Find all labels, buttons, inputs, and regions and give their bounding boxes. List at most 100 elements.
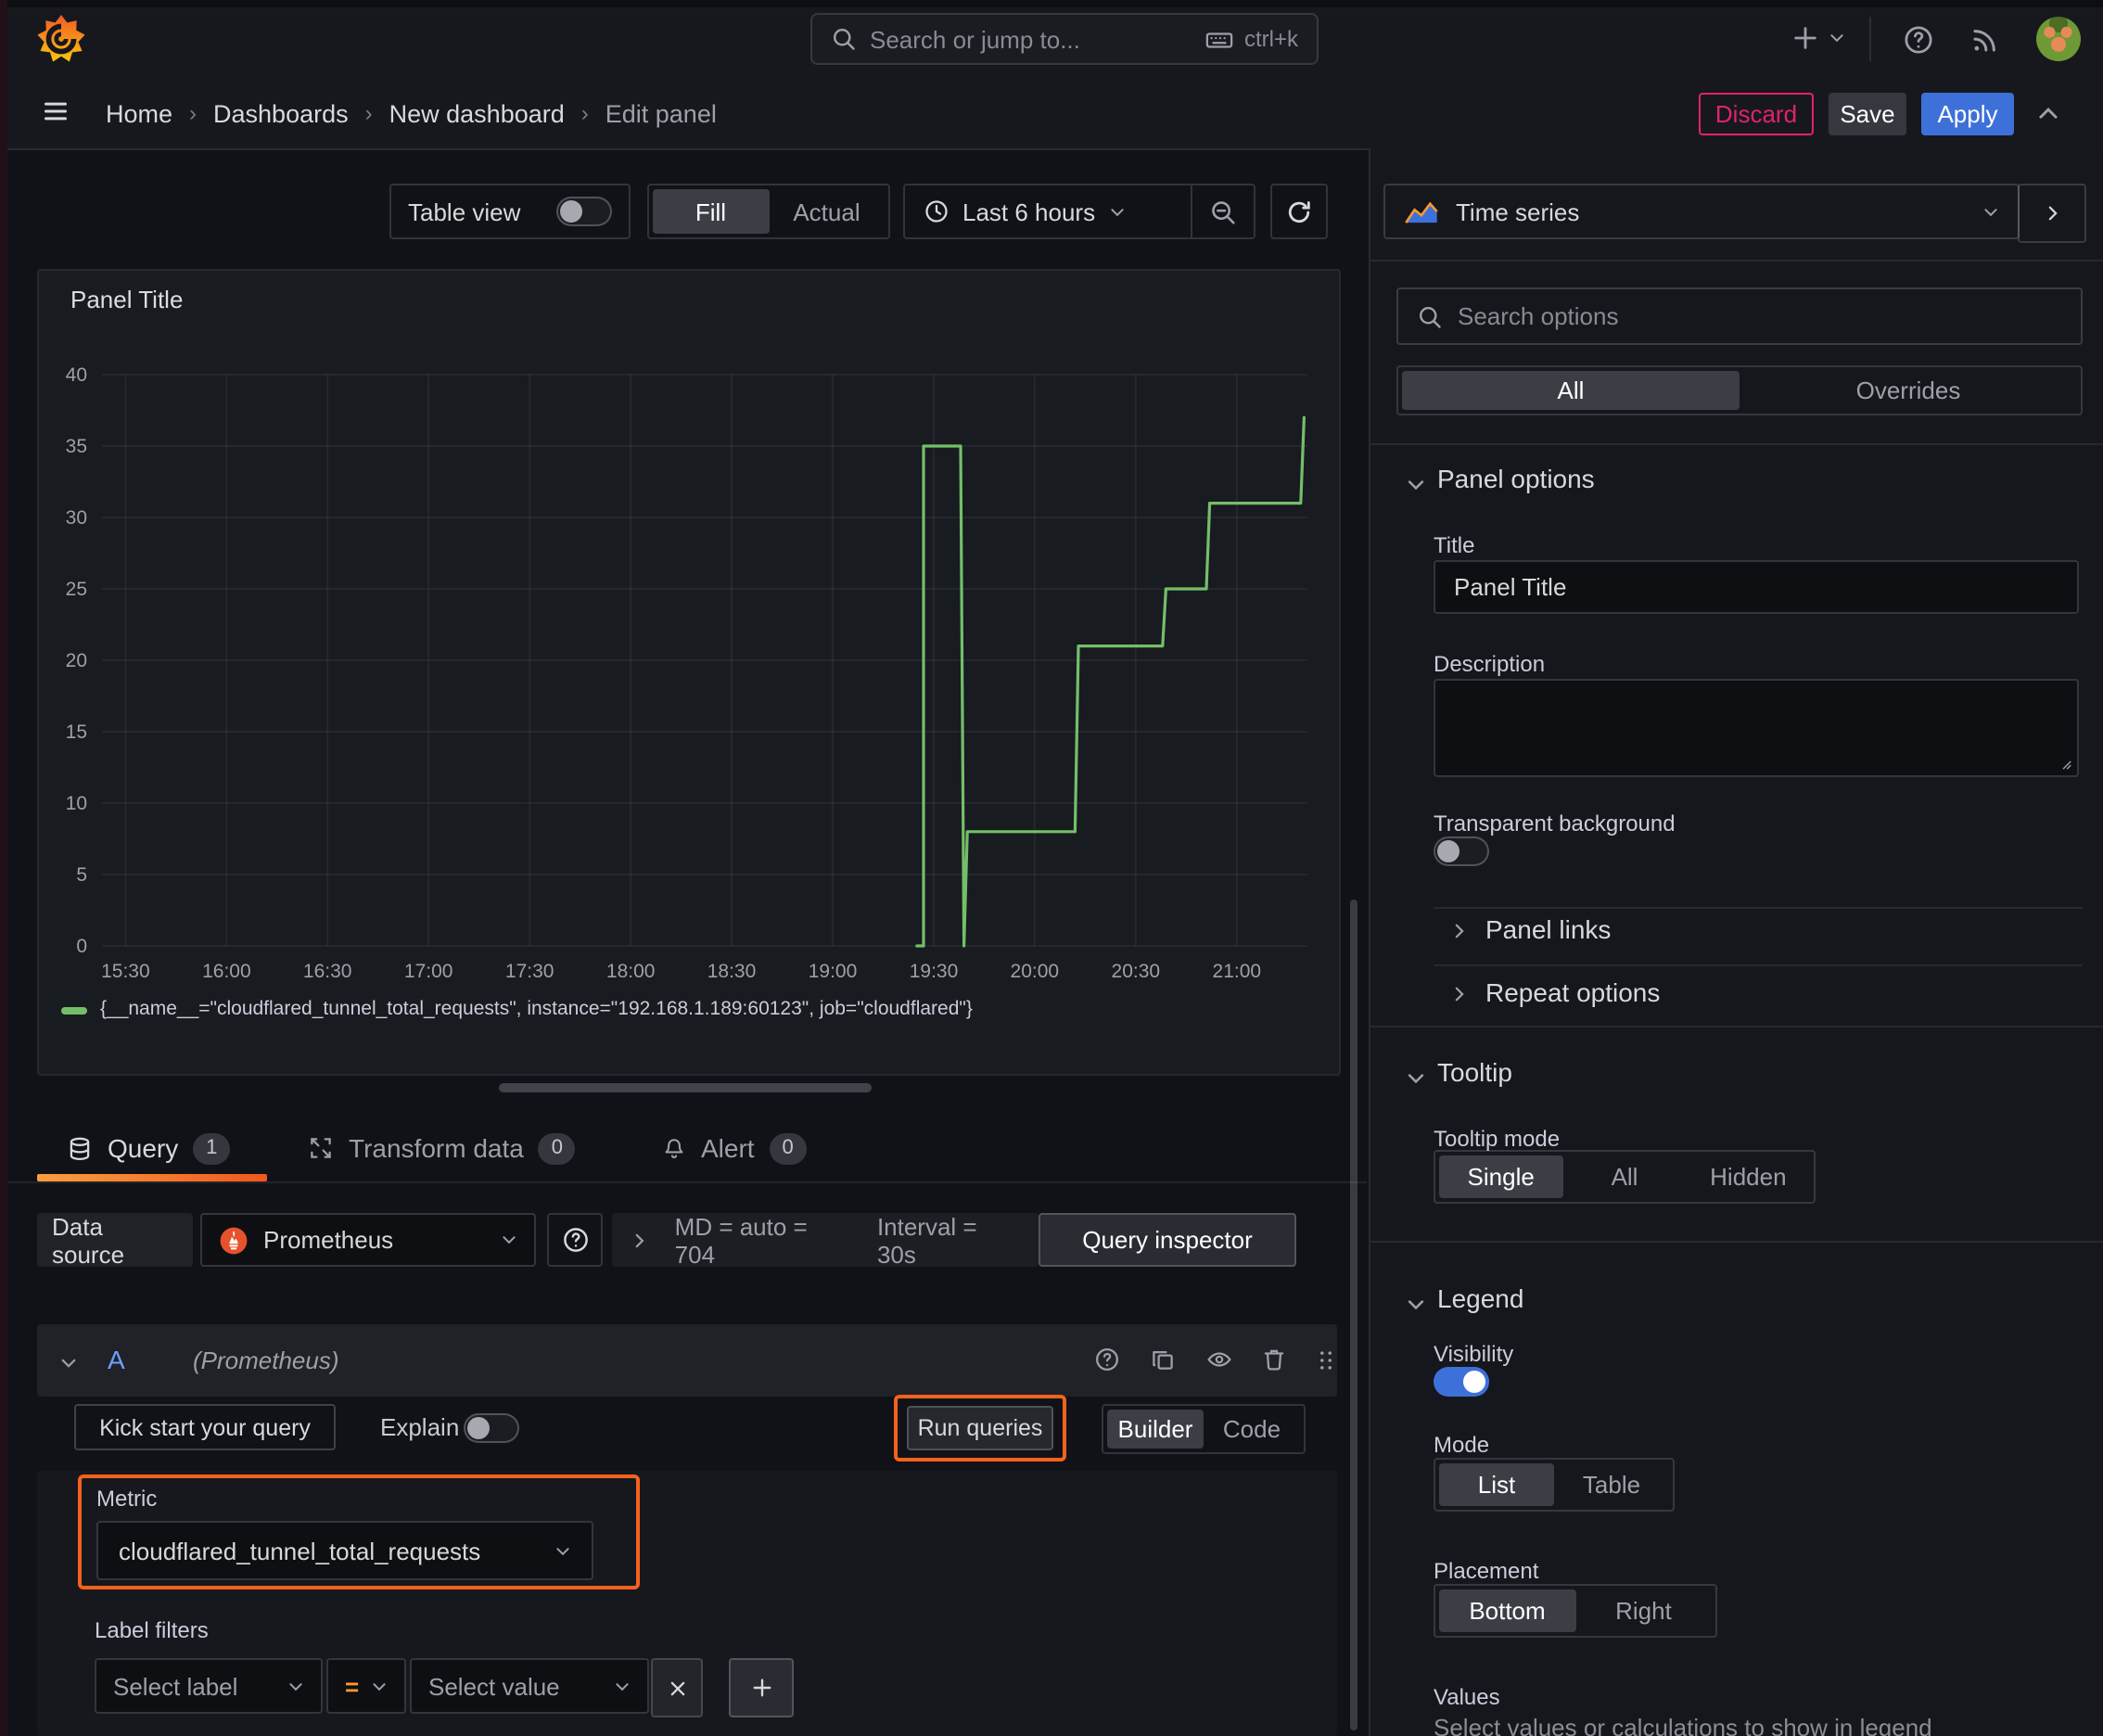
help-button[interactable] — [1903, 24, 1934, 56]
operator-value: = — [345, 1672, 360, 1700]
chevron-down-icon[interactable] — [1406, 1295, 1426, 1315]
question-circle-icon — [563, 1228, 587, 1252]
explain-toggle[interactable] — [464, 1413, 519, 1443]
scrollbar-thumb[interactable] — [1350, 900, 1357, 1730]
all-overrides-switch: All Overrides — [1396, 365, 2083, 415]
query-row-header[interactable]: A (Prometheus) — [37, 1324, 1337, 1397]
panel-title-input[interactable]: Panel Title — [1434, 560, 2079, 614]
breadcrumb-new-dashboard[interactable]: New dashboard — [389, 99, 565, 127]
metric-select[interactable]: cloudflared_tunnel_total_requests — [96, 1521, 593, 1580]
viz-suggestions-button[interactable] — [2018, 184, 2086, 243]
collapse-toolbar-button[interactable] — [2036, 102, 2060, 126]
builder-option[interactable]: Builder — [1107, 1410, 1204, 1449]
breadcrumb-dashboards[interactable]: Dashboards — [213, 99, 349, 127]
chevron-right-icon[interactable] — [1450, 985, 1469, 1003]
operator-dropdown[interactable]: = — [326, 1658, 406, 1714]
description-textarea[interactable] — [1434, 679, 2079, 777]
top-navigation-bar: Search or jump to... ctrl+k — [0, 0, 2103, 80]
legend-placement-bottom[interactable]: Bottom — [1439, 1589, 1575, 1632]
remove-filter-button[interactable] — [651, 1658, 703, 1717]
trash-icon — [1264, 1349, 1284, 1371]
prometheus-icon — [219, 1225, 249, 1255]
toggle-query-visibility-button[interactable] — [1205, 1347, 1233, 1372]
transparent-background-toggle[interactable] — [1434, 836, 1489, 866]
select-value-dropdown[interactable]: Select value — [410, 1658, 649, 1714]
tab-query[interactable]: Query 1 — [67, 1120, 231, 1176]
remove-query-button[interactable] — [1261, 1347, 1287, 1372]
run-queries-button[interactable]: Run queries — [907, 1406, 1053, 1450]
kick-start-query-button[interactable]: Kick start your query — [74, 1404, 336, 1450]
datasource-help-button[interactable] — [547, 1213, 603, 1267]
tooltip-mode-all[interactable]: All — [1562, 1155, 1686, 1198]
duplicate-query-button[interactable] — [1150, 1347, 1176, 1372]
active-tab-indicator — [37, 1174, 267, 1181]
chevron-down-icon[interactable] — [1406, 1068, 1426, 1089]
resize-grip-icon[interactable] — [2053, 751, 2073, 772]
add-menu-button[interactable] — [1791, 24, 1845, 52]
panel-preview: Panel Title 0 5 10 15 20 25 30 35 40 15:30 16:00 16… — [37, 269, 1341, 1076]
breadcrumb-home[interactable]: Home — [106, 99, 172, 127]
search-options-input[interactable]: Search options — [1396, 287, 2083, 345]
zoom-out-button[interactable] — [1191, 185, 1254, 237]
svg-text:20:30: 20:30 — [1112, 961, 1161, 982]
svg-text:0: 0 — [76, 936, 87, 957]
drag-query-handle[interactable] — [1313, 1347, 1339, 1374]
visualization-picker[interactable]: Time series — [1383, 184, 2020, 239]
news-button[interactable] — [1969, 24, 2001, 56]
grafana-logo-icon[interactable] — [37, 15, 85, 63]
tooltip-mode-label: Tooltip mode — [1434, 1126, 1561, 1152]
code-option[interactable]: Code — [1204, 1410, 1300, 1449]
select-label-dropdown[interactable]: Select label — [95, 1658, 323, 1714]
tooltip-mode-hidden[interactable]: Hidden — [1687, 1155, 1810, 1198]
actual-option[interactable]: Actual — [769, 189, 885, 234]
legend-mode-list[interactable]: List — [1439, 1463, 1554, 1506]
svg-text:5: 5 — [76, 864, 87, 886]
legend-section-header[interactable]: Legend — [1437, 1283, 1523, 1313]
time-range-picker[interactable]: Last 6 hours — [905, 198, 1191, 225]
query-help-button[interactable] — [1094, 1347, 1120, 1372]
svg-text:20:00: 20:00 — [1011, 961, 1060, 982]
query-inspector-button[interactable]: Query inspector — [1039, 1213, 1296, 1267]
time-range-control: Last 6 hours — [903, 184, 1255, 239]
svg-text:17:30: 17:30 — [505, 961, 554, 982]
plus-icon — [1794, 27, 1816, 49]
user-avatar[interactable] — [2036, 17, 2081, 61]
timeseries-chart[interactable]: 0 5 10 15 20 25 30 35 40 15:30 16:00 16:30 17:00 17:3… — [39, 271, 1339, 1074]
legend-values-description: Select values or calculations to show in… — [1434, 1714, 1932, 1736]
legend-placement-right[interactable]: Right — [1575, 1589, 1712, 1632]
menu-toggle-button[interactable] — [41, 98, 70, 124]
refresh-button[interactable] — [1270, 184, 1328, 239]
table-view-toggle[interactable] — [556, 197, 612, 226]
repeat-options-section[interactable]: Repeat options — [1485, 977, 1660, 1007]
legend-mode-table[interactable]: Table — [1554, 1463, 1669, 1506]
panel-links-section[interactable]: Panel links — [1485, 914, 1611, 944]
fill-option[interactable]: Fill — [653, 189, 769, 234]
svg-text:19:00: 19:00 — [809, 961, 858, 982]
tab-alert[interactable]: Alert 0 — [662, 1120, 807, 1176]
legend-item[interactable]: {__name__="cloudflared_tunnel_total_requ… — [61, 998, 973, 1020]
window-top-edge — [0, 0, 2103, 7]
tab-transform-data[interactable]: Transform data 0 — [308, 1120, 576, 1176]
legend-visibility-toggle[interactable] — [1434, 1367, 1489, 1397]
tooltip-mode-single[interactable]: Single — [1439, 1155, 1563, 1198]
tab-all[interactable]: All — [1402, 371, 1740, 410]
save-button[interactable]: Save — [1829, 93, 1906, 135]
sidebar-divider — [1370, 1026, 2103, 1028]
discard-button[interactable]: Discard — [1699, 93, 1814, 135]
tab-overrides[interactable]: Overrides — [1740, 371, 2077, 410]
tooltip-section-header[interactable]: Tooltip — [1437, 1057, 1512, 1087]
chevron-right-icon[interactable] — [1450, 922, 1469, 940]
datasource-picker[interactable]: Prometheus — [200, 1213, 536, 1267]
query-options-collapsed[interactable]: MD = auto = 704 Interval = 30s — [612, 1212, 1039, 1268]
query-count-badge: 1 — [193, 1132, 231, 1164]
apply-button[interactable]: Apply — [1921, 93, 2014, 135]
panel-options-header[interactable]: Panel options — [1437, 464, 1595, 493]
legend-series-label: {__name__="cloudflared_tunnel_total_requ… — [100, 998, 973, 1020]
global-search-input[interactable]: Search or jump to... ctrl+k — [810, 13, 1319, 65]
query-ref-id: A — [108, 1345, 125, 1374]
svg-text:21:00: 21:00 — [1213, 961, 1262, 982]
transparent-background-label: Transparent background — [1434, 811, 1676, 836]
add-filter-button[interactable] — [729, 1658, 794, 1717]
pane-resize-handle[interactable] — [499, 1083, 872, 1092]
chevron-down-icon[interactable] — [1406, 475, 1426, 495]
